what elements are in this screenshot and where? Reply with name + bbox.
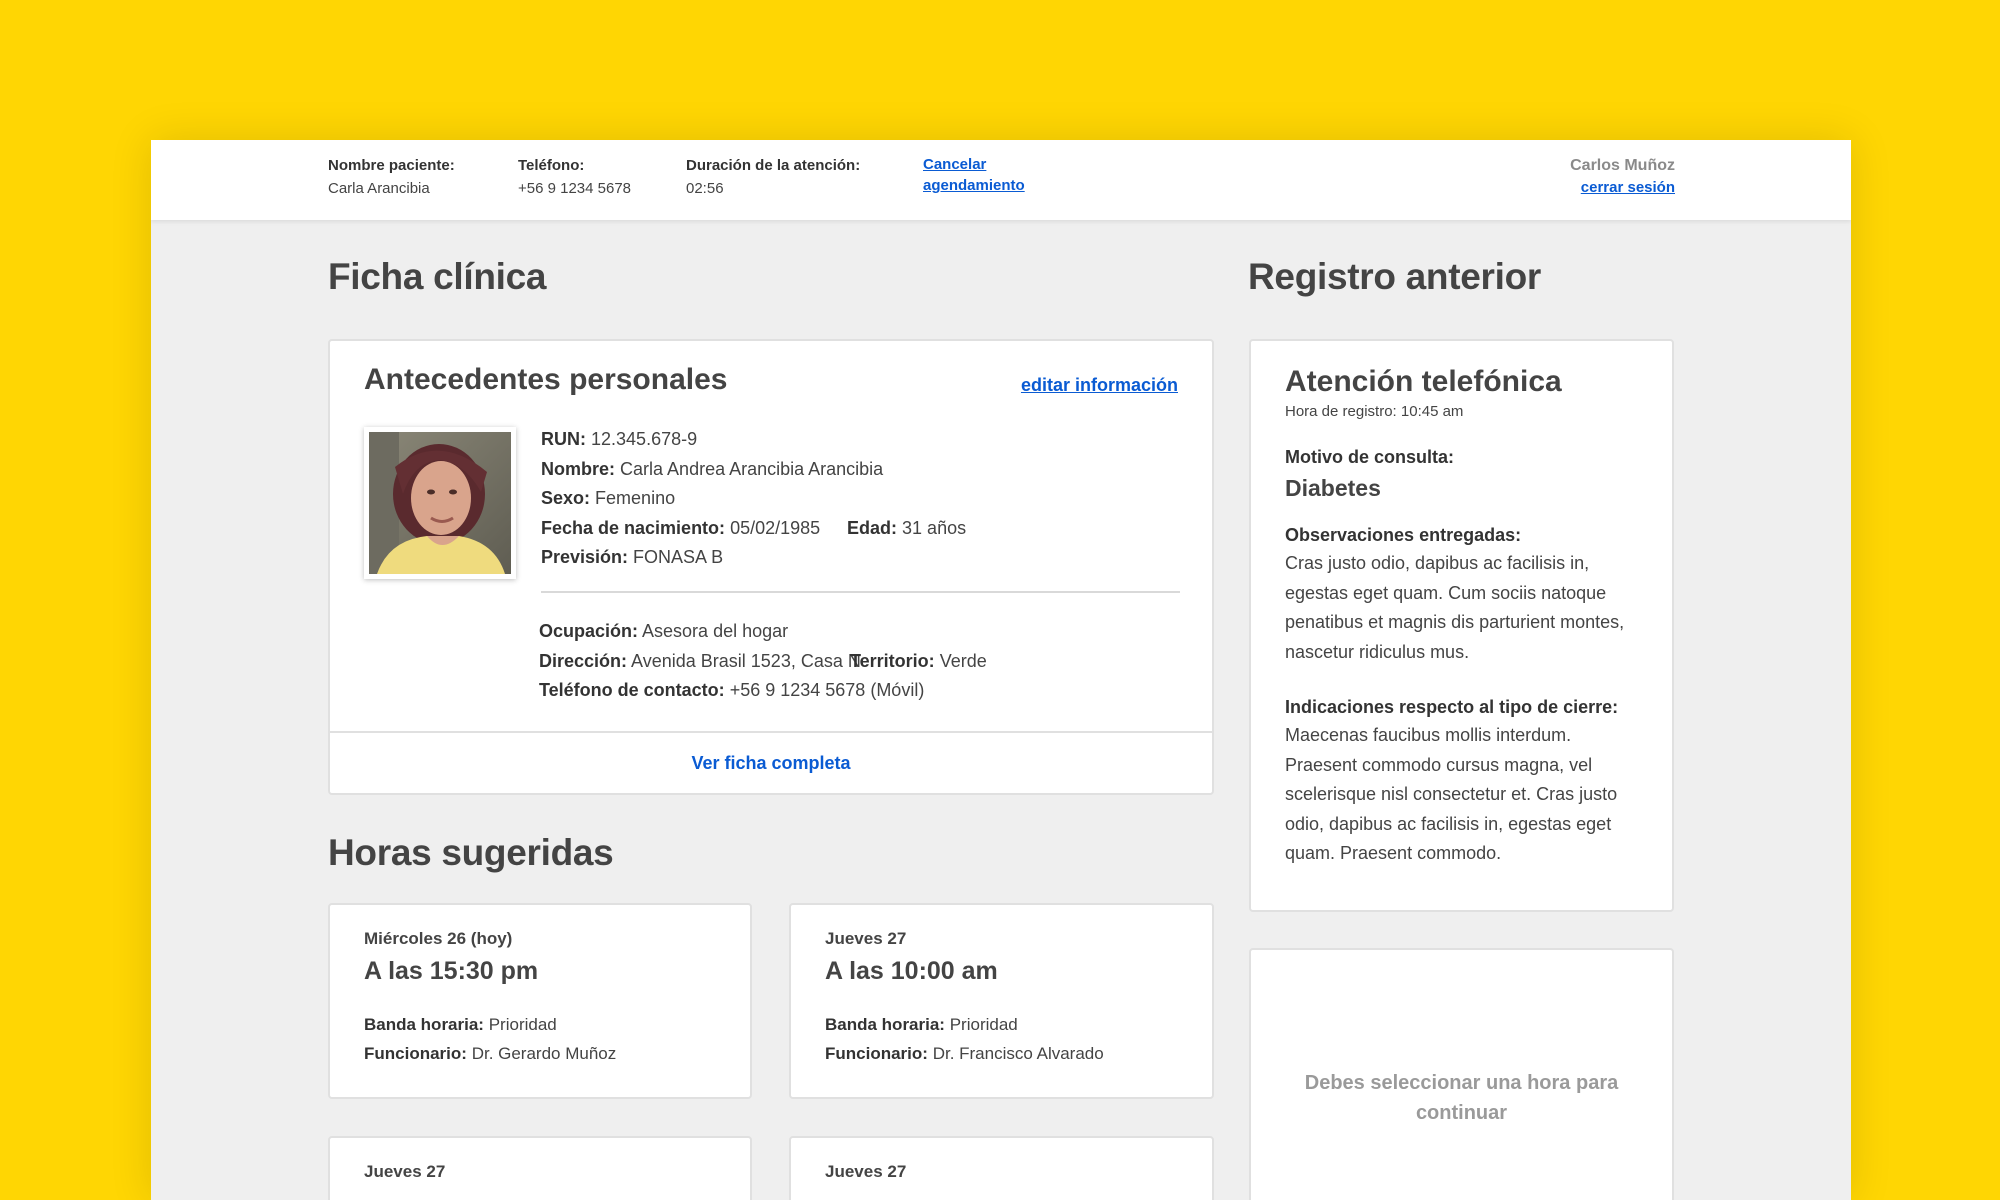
dob-value: 05/02/1985 — [730, 518, 821, 538]
territory-value: Verde — [939, 651, 987, 671]
contact-phone-row: Teléfono de contacto: +56 9 1234 5678 (M… — [539, 678, 924, 702]
patient-name-value: Carla Arancibia — [328, 180, 430, 197]
slot-band-value: Prioridad — [488, 1015, 557, 1034]
run-row: RUN: 12.345.678-9 — [541, 427, 697, 451]
slot-day: Jueves 27 — [364, 1162, 446, 1181]
slot-staff-value: Dr. Gerardo Muñoz — [471, 1044, 617, 1063]
slot-staff-label: Funcionario: — [825, 1044, 928, 1063]
closing-text: Maecenas faucibus mollis interdum. Praes… — [1285, 725, 1618, 863]
personal-background-card: Antecedentes personales editar informaci… — [328, 339, 1214, 733]
slot-staff-row: Funcionario: Dr. Francisco Alvarado — [825, 1044, 1104, 1064]
personal-background-title: Antecedentes personales — [364, 363, 728, 396]
observations-label: Observaciones entregadas: — [1285, 525, 1522, 545]
age-value: 31 años — [902, 518, 967, 538]
clinical-record-title: Ficha clínica — [328, 256, 547, 297]
slot-card[interactable]: Jueves 27 — [789, 1136, 1214, 1200]
occupation-row: Ocupación: Asesora del hogar — [539, 619, 788, 643]
patient-header-bar: Nombre paciente: Carla Arancibia Teléfon… — [151, 140, 1851, 220]
slot-day: Miércoles 26 (hoy) — [364, 929, 513, 948]
age-row: Edad: 31 años — [847, 516, 966, 540]
dob-row: Fecha de nacimiento: 05/02/1985 — [541, 516, 820, 540]
patient-portrait-image — [369, 432, 511, 574]
edit-info-link[interactable]: editar información — [1021, 375, 1178, 396]
user-name: Carlos Muñoz — [1570, 157, 1675, 174]
slot-staff-label: Funcionario: — [364, 1044, 467, 1063]
phone-field: Teléfono: +56 9 1234 5678 — [518, 154, 631, 200]
suggested-hours-title: Horas sugeridas — [328, 832, 614, 873]
territory-row: Territorio: Verde — [850, 649, 987, 673]
age-label: Edad: — [847, 518, 898, 538]
cancel-appointment-link[interactable]: Cancelar agendamiento — [923, 154, 1025, 196]
call-type-title: Atención telefónica — [1285, 365, 1562, 398]
contact-phone-label: Teléfono de contacto: — [539, 680, 725, 700]
name-label: Nombre: — [541, 459, 616, 479]
user-menu: Carlos Muñoz cerrar sesión — [1570, 154, 1675, 198]
run-label: RUN: — [541, 429, 586, 449]
info-divider — [541, 591, 1180, 593]
app-window: Nombre paciente: Carla Arancibia Teléfon… — [151, 140, 1851, 1200]
slot-staff-row: Funcionario: Dr. Gerardo Muñoz — [364, 1044, 616, 1064]
dob-label: Fecha de nacimiento: — [541, 518, 726, 538]
slot-band-row: Banda horaria: Prioridad — [825, 1015, 1018, 1035]
slot-card[interactable]: Jueves 27 — [328, 1136, 752, 1200]
slot-band-label: Banda horaria: — [825, 1015, 945, 1034]
address-value: Avenida Brasil 1523, Casa N — [631, 651, 861, 671]
selection-placeholder-card: Debes seleccionar una hora para continua… — [1249, 948, 1674, 1200]
sex-row: Sexo: Femenino — [541, 486, 675, 510]
duration-value: 02:56 — [686, 180, 724, 197]
slot-band-row: Banda horaria: Prioridad — [364, 1015, 557, 1035]
sex-label: Sexo: — [541, 488, 591, 508]
slot-card[interactable]: Miércoles 26 (hoy) A las 15:30 pm Banda … — [328, 903, 752, 1099]
patient-photo — [364, 427, 516, 579]
occupation-label: Ocupación: — [539, 621, 639, 641]
insurance-value: FONASA B — [633, 547, 724, 567]
previous-record-card: Atención telefónica Hora de registro: 10… — [1249, 339, 1674, 912]
phone-label: Teléfono: — [518, 157, 585, 174]
slot-time: A las 15:30 pm — [364, 957, 539, 985]
patient-name-label: Nombre paciente: — [328, 157, 455, 174]
slot-band-label: Banda horaria: — [364, 1015, 484, 1034]
address-label: Dirección: — [539, 651, 628, 671]
cancel-link-line1[interactable]: Cancelar — [923, 154, 1025, 175]
insurance-row: Previsión: FONASA B — [541, 545, 723, 569]
view-full-record-button[interactable]: Ver ficha completa — [328, 731, 1214, 795]
sex-value: Femenino — [595, 488, 676, 508]
occupation-value: Asesora del hogar — [642, 621, 789, 641]
patient-name-field: Nombre paciente: Carla Arancibia — [328, 154, 455, 200]
address-row: Dirección: Avenida Brasil 1523, Casa N — [539, 649, 861, 673]
select-hour-message: Debes seleccionar una hora para continua… — [1304, 1072, 1619, 1124]
observations-text: Cras justo odio, dapibus ac facilisis in… — [1285, 553, 1625, 662]
phone-value: +56 9 1234 5678 — [518, 180, 632, 197]
logout-link[interactable]: cerrar sesión — [1570, 177, 1675, 198]
slot-time: A las 10:00 am — [825, 957, 998, 985]
reason-label: Motivo de consulta: — [1285, 447, 1455, 467]
contact-phone-value: +56 9 1234 5678 (Móvil) — [729, 680, 925, 700]
name-row: Nombre: Carla Andrea Arancibia Arancibia — [541, 457, 883, 481]
duration-field: Duración de la atención: 02:56 — [686, 154, 860, 200]
closing-label: Indicaciones respecto al tipo de cierre: — [1285, 697, 1619, 717]
cancel-link-line2[interactable]: agendamiento — [923, 175, 1025, 196]
insurance-label: Previsión: — [541, 547, 629, 567]
territory-label: Territorio: — [850, 651, 935, 671]
previous-record-title: Registro anterior — [1248, 256, 1542, 297]
slot-day: Jueves 27 — [825, 929, 907, 948]
name-value: Carla Andrea Arancibia Arancibia — [620, 459, 884, 479]
slot-day: Jueves 27 — [825, 1162, 907, 1181]
duration-label: Duración de la atención: — [686, 157, 861, 174]
slot-staff-value: Dr. Francisco Alvarado — [932, 1044, 1104, 1063]
slot-card[interactable]: Jueves 27 A las 10:00 am Banda horaria: … — [789, 903, 1214, 1099]
record-time: Hora de registro: 10:45 am — [1285, 403, 1464, 420]
run-value: 12.345.678-9 — [591, 429, 698, 449]
slot-band-value: Prioridad — [949, 1015, 1018, 1034]
reason-value: Diabetes — [1285, 475, 1381, 501]
